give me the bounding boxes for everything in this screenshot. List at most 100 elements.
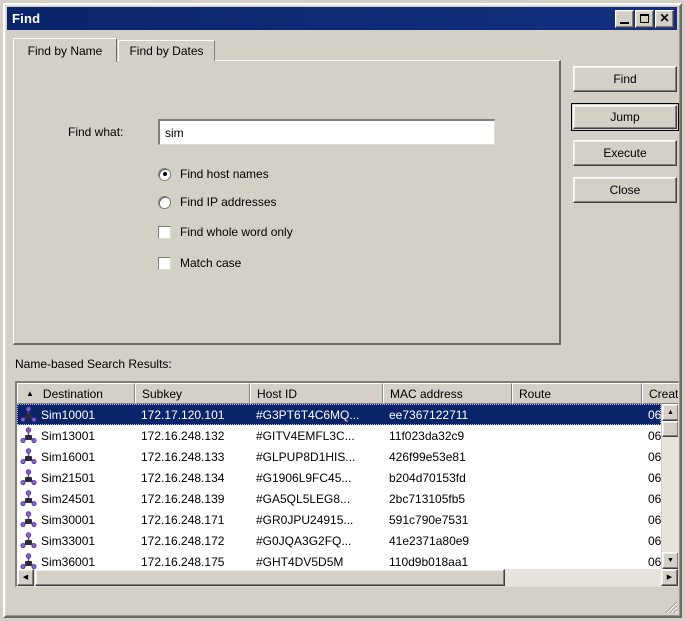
tab-find-by-dates-label: Find by Dates (129, 44, 203, 58)
search-results-listview: ▲ Destination Subkey Host ID MAC address… (15, 381, 679, 587)
find-button-label: Find (613, 72, 636, 86)
search-input[interactable] (158, 119, 495, 145)
column-header-host-id-label: Host ID (257, 387, 297, 401)
tab-strip: Find by Name Find by Dates (13, 38, 673, 60)
sort-ascending-icon: ▲ (26, 390, 34, 398)
tab-find-by-name[interactable]: Find by Name (13, 38, 117, 62)
table-row[interactable]: Sim21501172.16.248.134#G1906L9FC45...b20… (17, 467, 661, 488)
host-node-icon (20, 427, 37, 444)
host-node-icon (20, 532, 37, 549)
column-header-destination-label: Destination (43, 387, 103, 401)
horizontal-scrollbar-thumb[interactable] (35, 569, 505, 586)
cell-mac: 41e2371a80e9 (383, 534, 512, 548)
option-match-case-label: Match case (180, 256, 241, 270)
cell-host_id: #GITV4EMFL3C... (250, 429, 383, 443)
table-row[interactable]: Sim16001172.16.248.133#GLPUP8D1HIS...426… (17, 446, 661, 467)
host-node-icon (20, 511, 37, 528)
table-row[interactable]: Sim24501172.16.248.139#GA5QL5LEG8...2bc7… (17, 488, 661, 509)
cell-mac: 591c790e7531 (383, 513, 512, 527)
title-bar: Find ✕ (7, 7, 677, 30)
jump-button[interactable]: Jump (571, 103, 679, 131)
minimize-button[interactable] (615, 10, 634, 28)
maximize-button[interactable] (635, 10, 654, 28)
cell-subkey: 172.16.248.132 (135, 429, 250, 443)
cell-host_id: #G1906L9FC45... (250, 471, 383, 485)
resize-grip-icon[interactable] (664, 600, 678, 614)
window-frame: Find ✕ Find by Name Find by Dates Find w… (3, 3, 682, 618)
scroll-right-button[interactable]: ▶ (661, 569, 678, 586)
find-button[interactable]: Find (573, 66, 677, 92)
option-find-host-names[interactable]: Find host names (158, 167, 269, 181)
cell-subkey: 172.17.120.101 (135, 408, 250, 422)
cell-creation: 06/26/201 (642, 429, 661, 443)
jump-button-label: Jump (610, 110, 639, 124)
column-header-route[interactable]: Route (512, 383, 642, 404)
vertical-scrollbar[interactable]: ▲ ▼ (661, 404, 678, 569)
checkbox-find-whole-word-only-icon[interactable] (158, 226, 171, 239)
option-find-ip-addresses-label: Find IP addresses (180, 195, 277, 209)
listview-header: ▲ Destination Subkey Host ID MAC address… (17, 383, 678, 404)
table-row[interactable]: Sim30001172.16.248.171#GR0JPU24915...591… (17, 509, 661, 530)
cell-subkey: 172.16.248.134 (135, 471, 250, 485)
table-row[interactable]: Sim36001172.16.248.175#GHT4DV5D5M110d9b0… (17, 551, 661, 569)
option-match-case[interactable]: Match case (158, 256, 241, 270)
option-find-ip-addresses[interactable]: Find IP addresses (158, 195, 277, 209)
scroll-left-button[interactable]: ◀ (17, 569, 34, 586)
host-node-icon (20, 490, 37, 507)
cell-host_id: #GLPUP8D1HIS... (250, 450, 383, 464)
window-controls: ✕ (615, 10, 677, 28)
scroll-down-button[interactable]: ▼ (662, 552, 679, 569)
cell-host_id: #G0JQA3G2FQ... (250, 534, 383, 548)
host-node-icon (20, 553, 37, 569)
table-row[interactable]: Sim13001172.16.248.132#GITV4EMFL3C...11f… (17, 425, 661, 446)
cell-mac: 110d9b018aa1 (383, 555, 512, 569)
table-row[interactable]: Sim33001172.16.248.172#G0JQA3G2FQ...41e2… (17, 530, 661, 551)
execute-button-label: Execute (603, 146, 646, 160)
find-what-label: Find what: (68, 125, 123, 139)
column-header-destination[interactable]: ▲ Destination (17, 383, 135, 404)
option-find-whole-word-only-label: Find whole word only (180, 225, 293, 239)
radio-find-host-names-icon[interactable] (158, 168, 171, 181)
cell-mac: 426f99e53e81 (383, 450, 512, 464)
cell-subkey: 172.16.248.175 (135, 555, 250, 569)
jump-button-face: Jump (573, 105, 677, 129)
tab-find-by-dates[interactable]: Find by Dates (118, 40, 215, 61)
table-row[interactable]: Sim10001172.17.120.101#G3PT6T4C6MQ...ee7… (17, 404, 661, 425)
column-header-subkey[interactable]: Subkey (135, 383, 250, 404)
scroll-down-icon: ▼ (667, 557, 674, 564)
option-find-host-names-label: Find host names (180, 167, 269, 181)
column-header-creation-date[interactable]: Creation d (642, 383, 679, 404)
execute-button[interactable]: Execute (573, 140, 677, 166)
cell-creation: 06/26/201 (642, 471, 661, 485)
cell-mac: b204d70153fd (383, 471, 512, 485)
find-dialog-window: Find ✕ Find by Name Find by Dates Find w… (0, 0, 685, 621)
cell-subkey: 172.16.248.139 (135, 492, 250, 506)
vertical-scrollbar-thumb[interactable] (662, 421, 679, 437)
close-button[interactable]: Close (573, 177, 677, 203)
scroll-right-icon: ▶ (667, 574, 672, 581)
listview-rows[interactable]: Sim10001172.17.120.101#G3PT6T4C6MQ...ee7… (17, 404, 661, 569)
host-node-icon (20, 448, 37, 465)
close-button-label: Close (610, 183, 641, 197)
radio-find-ip-addresses-icon[interactable] (158, 196, 171, 209)
cell-mac: ee7367122711 (383, 408, 512, 422)
cell-mac: 2bc713105fb5 (383, 492, 512, 506)
column-header-host-id[interactable]: Host ID (250, 383, 383, 404)
option-find-whole-word-only[interactable]: Find whole word only (158, 225, 293, 239)
find-by-name-panel (13, 60, 561, 345)
horizontal-scrollbar[interactable]: ◀ (17, 569, 661, 586)
cell-creation: 06/26/201 (642, 450, 661, 464)
column-header-mac-address-label: MAC address (390, 387, 463, 401)
host-node-icon (20, 406, 37, 423)
cell-mac: 11f023da32c9 (383, 429, 512, 443)
checkbox-match-case-icon[interactable] (158, 257, 171, 270)
column-header-mac-address[interactable]: MAC address (383, 383, 512, 404)
scroll-up-button[interactable]: ▲ (662, 404, 679, 421)
cell-creation: 06/26/201 (642, 534, 661, 548)
window-title: Find (7, 11, 615, 26)
scroll-up-icon: ▲ (667, 409, 674, 416)
close-icon[interactable]: ✕ (655, 10, 674, 28)
results-label: Name-based Search Results: (15, 357, 172, 371)
column-header-subkey-label: Subkey (142, 387, 182, 401)
host-node-icon (20, 469, 37, 486)
